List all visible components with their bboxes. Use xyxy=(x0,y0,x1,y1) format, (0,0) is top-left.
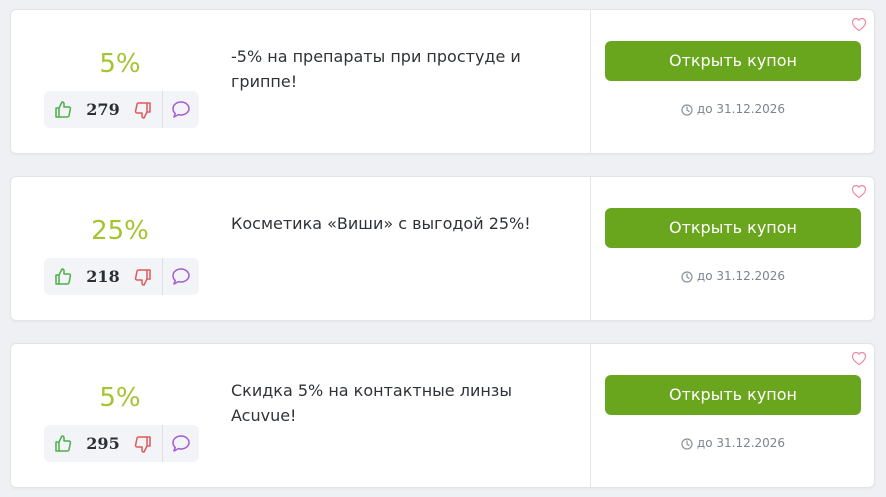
coupon-expiry: до 31.12.2026 xyxy=(605,101,861,117)
thumb-up-icon[interactable] xyxy=(54,434,72,453)
vote-count: 218 xyxy=(86,267,120,286)
clock-icon xyxy=(681,104,693,116)
expiry-date: до 31.12.2026 xyxy=(696,102,786,116)
card-divider xyxy=(590,344,591,487)
coupon-description: Косметика «Виши» с выгодой 25%! xyxy=(231,214,531,233)
coupon-card: 5% 295 Скидка 5% на контактные линзы Acu… xyxy=(10,343,875,488)
vote-count: 295 xyxy=(86,434,120,453)
clock-icon xyxy=(681,271,693,283)
open-coupon-button[interactable]: Открыть купон xyxy=(605,41,861,81)
expiry-date: до 31.12.2026 xyxy=(696,436,786,450)
vote-divider xyxy=(162,91,163,128)
coupon-discount-panel: 5% 295 xyxy=(11,344,229,487)
thumb-down-icon[interactable] xyxy=(134,101,152,120)
thumb-down-icon[interactable] xyxy=(134,268,152,287)
thumb-up-icon[interactable] xyxy=(54,100,72,119)
vote-bar: 279 xyxy=(44,91,199,128)
open-coupon-button[interactable]: Открыть купон xyxy=(605,208,861,248)
discount-percent: 25% xyxy=(91,216,149,246)
open-coupon-button[interactable]: Открыть купон xyxy=(605,375,861,415)
coupon-description: -5% на препараты при простуде и гриппе! xyxy=(231,47,521,91)
thumb-up-icon[interactable] xyxy=(54,267,72,286)
thumb-down-icon[interactable] xyxy=(134,435,152,454)
coupon-description: Скидка 5% на контактные линзы Acuvue! xyxy=(231,381,512,425)
card-divider xyxy=(590,10,591,153)
card-divider xyxy=(590,177,591,320)
heart-icon[interactable] xyxy=(851,351,867,366)
coupon-expiry: до 31.12.2026 xyxy=(605,268,861,284)
clock-icon xyxy=(681,438,693,450)
coupon-list: 5% 279 -5% на препараты при простуде и г… xyxy=(0,0,886,497)
coupon-discount-panel: 25% 218 xyxy=(11,177,229,320)
vote-bar: 218 xyxy=(44,258,199,295)
vote-bar: 295 xyxy=(44,425,199,462)
vote-divider xyxy=(162,425,163,462)
heart-icon[interactable] xyxy=(851,184,867,199)
discount-percent: 5% xyxy=(99,49,141,79)
comment-icon[interactable] xyxy=(171,434,191,453)
heart-icon[interactable] xyxy=(851,17,867,32)
coupon-expiry: до 31.12.2026 xyxy=(605,435,861,451)
coupon-discount-panel: 5% 279 xyxy=(11,10,229,153)
expiry-date: до 31.12.2026 xyxy=(696,269,786,283)
coupon-card: 25% 218 Косметика «Виши» с выгодой 25%! … xyxy=(10,176,875,321)
discount-percent: 5% xyxy=(99,383,141,413)
comment-icon[interactable] xyxy=(171,100,191,119)
coupon-card: 5% 279 -5% на препараты при простуде и г… xyxy=(10,9,875,154)
vote-count: 279 xyxy=(86,100,120,119)
vote-divider xyxy=(162,258,163,295)
comment-icon[interactable] xyxy=(171,267,191,286)
